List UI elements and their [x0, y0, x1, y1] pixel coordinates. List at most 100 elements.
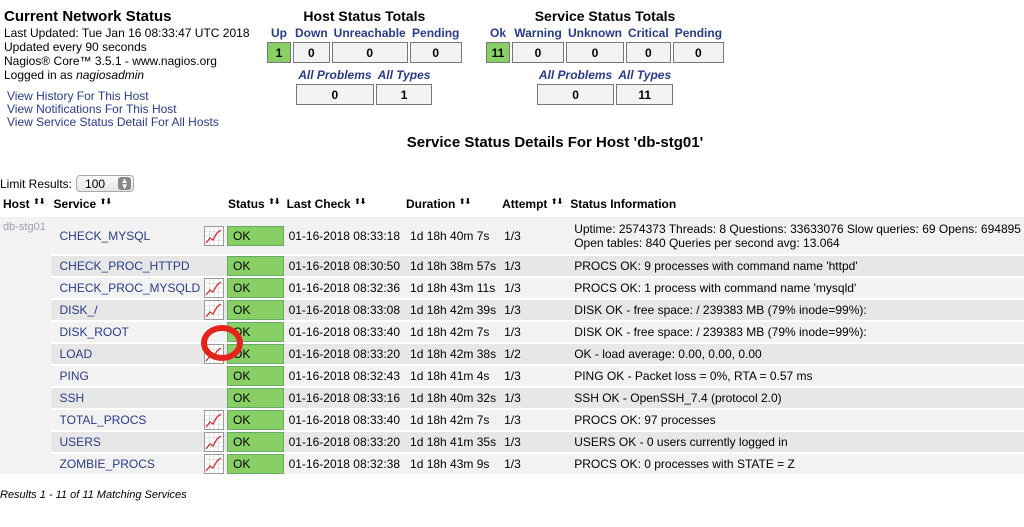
table-row: DISK_/ OK 01-16-2018 08:33:08 1d 18h 42m 39… — [0, 299, 1024, 321]
host-up-label[interactable]: Up — [267, 27, 291, 40]
logged-in-user: nagiosadmin — [76, 68, 145, 82]
network-status-info: Current Network Status Last Updated: Tue… — [4, 8, 250, 82]
column-header-attempt[interactable]: Attempt ⬆⬇ — [499, 194, 568, 216]
svc-ok-count: 11 — [486, 42, 510, 63]
service-name-link[interactable]: ZOMBIE_PROCS — [50, 453, 204, 475]
column-header-last-check[interactable]: Last Check ⬆⬇ — [283, 194, 404, 216]
sort-arrows-icon[interactable]: ⬆⬇ — [33, 197, 45, 206]
sort-arrows-icon[interactable]: ⬆⬇ — [551, 197, 563, 206]
svc-all-types-label[interactable]: All Types — [616, 69, 673, 82]
service-name-link[interactable]: SSH — [50, 387, 204, 409]
sort-arrows-icon[interactable]: ⬆⬇ — [354, 197, 366, 206]
service-name-link[interactable]: DISK_/ — [50, 299, 204, 321]
status-cell: OK — [225, 387, 284, 409]
sort-arrows-icon[interactable]: ⬆⬇ — [100, 197, 112, 206]
view-service-detail-link[interactable]: View Service Status Detail For All Hosts — [7, 115, 219, 129]
svc-all-problems-label[interactable]: All Problems — [537, 69, 614, 82]
view-notifications-link[interactable]: View Notifications For This Host — [7, 102, 177, 116]
table-row: db-stg01 CHECK_MYSQL OK 01-16-2018 08:33:18… — [0, 216, 1024, 475]
limit-results-select[interactable]: 100 ▲ ▼ — [76, 175, 135, 192]
service-name-link[interactable]: CHECK_PROC_HTTPD — [50, 255, 204, 277]
duration-value: 1d 18h 42m 7s — [403, 321, 500, 343]
limit-results: Limit Results: 100 ▲ ▼ — [0, 175, 135, 192]
status-cell: OK — [225, 216, 284, 255]
host-status-totals: Host Status Totals Up Down Unreachable P… — [265, 8, 464, 107]
table-row: CHECK_PROC_MYSQLD OK 01-16-2018 08:32:36 1d… — [0, 277, 1024, 299]
table-row: PING OK 01-16-2018 08:32:43 1d 18h 41m 4s 1/… — [0, 365, 1024, 387]
service-name-link[interactable]: CHECK_MYSQL — [50, 216, 204, 255]
performance-graph-icon[interactable] — [204, 410, 225, 430]
svc-ok-label[interactable]: Ok — [486, 27, 510, 40]
performance-graph-icon[interactable] — [204, 225, 225, 246]
status-info-text: SSH OK - OpenSSH_7.4 (protocol 2.0) — [574, 391, 782, 405]
update-interval: Updated every 90 seconds — [4, 40, 147, 54]
status-cell: OK — [225, 299, 284, 321]
last-check-value: 01-16-2018 08:33:16 — [283, 387, 404, 409]
host-unreachable-label[interactable]: Unreachable — [332, 27, 408, 40]
view-history-link[interactable]: View History For This Host — [7, 89, 149, 103]
last-check-value: 01-16-2018 08:33:18 — [283, 216, 404, 255]
status-badge: OK — [227, 366, 284, 386]
table-row: CHECK_PROC_HTTPD OK 01-16-2018 08:30:50 1d … — [0, 255, 1024, 277]
service-name-link[interactable]: DISK_ROOT — [50, 321, 204, 343]
performance-graph-icon[interactable] — [204, 454, 225, 474]
last-updated: Last Updated: Tue Jan 16 08:33:47 UTC 20… — [4, 26, 250, 40]
svc-pending-label[interactable]: Pending — [673, 27, 724, 40]
host-down-count: 0 — [293, 42, 330, 63]
svc-critical-label[interactable]: Critical — [626, 27, 671, 40]
host-pending-count: 0 — [409, 42, 462, 63]
column-header-status[interactable]: Status ⬆⬇ — [225, 194, 284, 216]
host-totals-summary: All Problems All Types 0 1 — [294, 67, 434, 107]
sort-arrows-icon[interactable]: ⬆⬇ — [459, 197, 471, 206]
status-info-text: PROCS OK: 1 process with command name 'm… — [574, 281, 857, 295]
service-status-totals: Service Status Totals Ok Warning Unknown… — [484, 8, 726, 107]
service-totals-title: Service Status Totals — [534, 8, 676, 24]
status-cell: OK — [225, 409, 284, 431]
column-header-duration[interactable]: Duration ⬆⬇ — [403, 194, 500, 216]
duration-value: 1d 18h 41m 35s — [403, 431, 500, 453]
status-info-cell: DISK OK - free space: / 239383 MB (79% i… — [567, 299, 1024, 321]
host-pending-label[interactable]: Pending — [410, 27, 462, 40]
host-all-types-label[interactable]: All Types — [376, 69, 433, 82]
svc-unknown-label[interactable]: Unknown — [566, 27, 624, 40]
status-badge: OK — [227, 278, 284, 298]
host-down-label[interactable]: Down — [293, 27, 330, 40]
attempt-value: 1/3 — [499, 255, 568, 277]
column-header-service[interactable]: Service ⬆⬇ — [50, 194, 226, 216]
column-header-host[interactable]: Host ⬆⬇ — [0, 194, 51, 216]
service-name-link[interactable]: USERS — [50, 431, 204, 453]
service-name-link[interactable]: PING — [50, 365, 204, 387]
sort-arrows-icon[interactable]: ⬆⬇ — [268, 197, 280, 206]
limit-results-label: Limit Results: — [0, 176, 73, 191]
attempt-value: 1/3 — [499, 365, 568, 387]
status-cell: OK — [225, 255, 284, 277]
last-check-value: 01-16-2018 08:32:43 — [283, 365, 404, 387]
performance-graph-icon[interactable] — [204, 278, 225, 298]
svc-pending-count: 0 — [672, 42, 725, 63]
duration-value: 1d 18h 42m 39s — [403, 299, 500, 321]
graph-cell — [203, 453, 226, 475]
graph-cell — [203, 365, 226, 387]
status-info-text: PROCS OK: 0 processes with STATE = Z — [574, 457, 795, 471]
annotation-circle — [201, 325, 243, 361]
service-name-link[interactable]: TOTAL_PROCS — [50, 409, 204, 431]
svc-warning-count: 0 — [512, 42, 564, 63]
service-name-link[interactable]: CHECK_PROC_MYSQLD — [50, 277, 204, 299]
attempt-value: 1/3 — [499, 453, 568, 475]
host-name-link[interactable]: db-stg01 — [0, 216, 51, 475]
status-info-text: OK - load average: 0.00, 0.00, 0.00 — [574, 347, 762, 361]
logged-in-prefix: Logged in as — [4, 68, 77, 82]
status-badge: OK — [227, 300, 284, 320]
host-all-problems-label[interactable]: All Problems — [296, 69, 373, 82]
performance-graph-icon[interactable] — [204, 432, 225, 452]
duration-value: 1d 18h 43m 9s — [403, 453, 500, 475]
graph-cell — [203, 255, 226, 277]
status-info-text: DISK OK - free space: / 239383 MB (79% i… — [574, 325, 867, 339]
svc-warning-label[interactable]: Warning — [512, 27, 564, 40]
status-info-cell: PROCS OK: 9 processes with command name … — [567, 255, 1024, 277]
svc-critical-count: 0 — [626, 42, 671, 63]
service-name-link[interactable]: LOAD — [50, 343, 204, 365]
performance-graph-icon[interactable] — [204, 300, 225, 320]
status-cell: OK — [225, 453, 284, 475]
attempt-value: 1/3 — [499, 431, 568, 453]
